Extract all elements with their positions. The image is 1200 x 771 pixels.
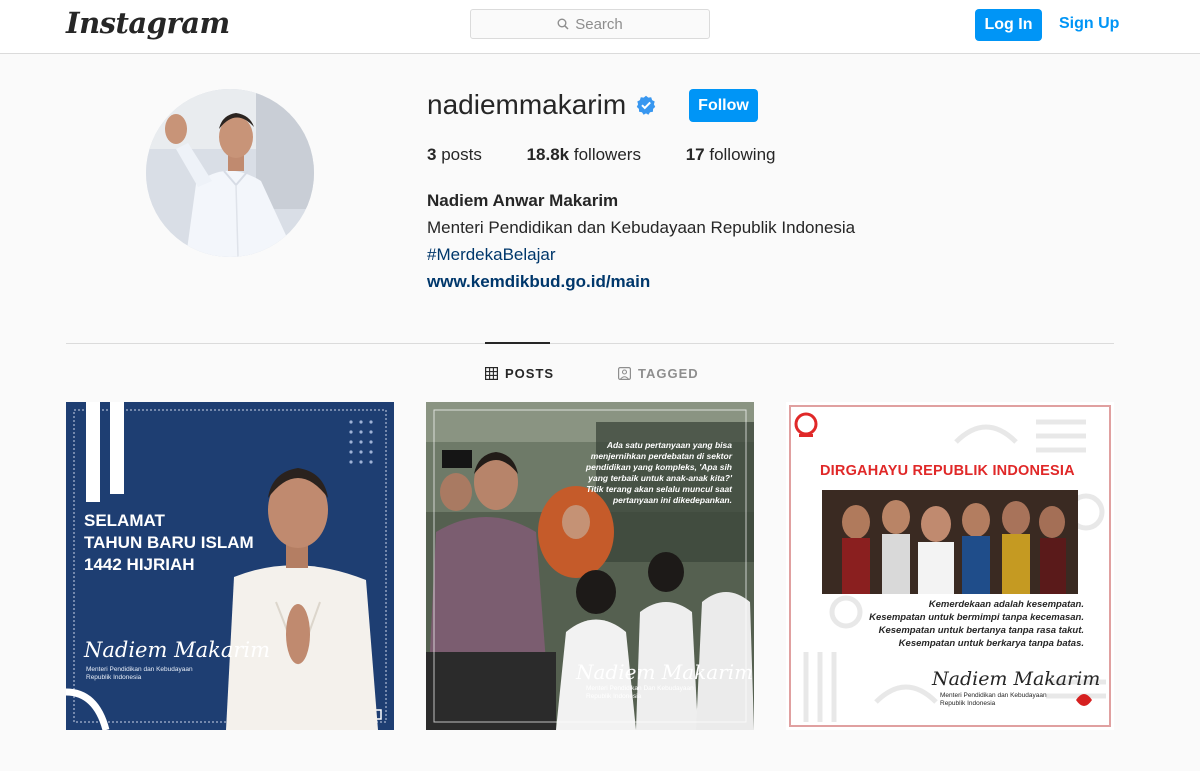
post-2-signature-sub: Menteri Pendidikan Dan Kebudayaan Republ… <box>586 685 694 700</box>
search-icon <box>557 18 569 30</box>
active-tab-indicator <box>485 342 550 344</box>
post-thumbnail-2[interactable]: Ada satu pertanyaan yang bisa menjernihk… <box>426 402 754 730</box>
posts-stat-label: posts <box>441 145 482 164</box>
post-3-quote-line-2: Kesempatan untuk bermimpi tanpa kecemasa… <box>869 612 1084 623</box>
tagged-icon <box>618 367 631 380</box>
post-3-quote-line-1: Kemerdekaan adalah kesempatan. <box>928 599 1084 610</box>
followers-stat-label: followers <box>573 145 641 164</box>
tab-posts-label: POSTS <box>505 366 555 381</box>
search-input[interactable]: Search <box>470 9 710 39</box>
top-navigation-bar: Instagram Search Log In Sign Up <box>0 0 1200 54</box>
follow-button[interactable]: Follow <box>689 89 758 122</box>
post-thumbnail-3[interactable]: DIRGAHAYU REPUBLIK INDONESIA Kemerdekaan… <box>786 402 1114 730</box>
following-stat[interactable]: 17 following <box>686 145 776 164</box>
posts-stat: 3 posts <box>427 145 487 164</box>
profile-website-link[interactable]: www.kemdikbud.go.id/main <box>427 272 650 292</box>
profile-username: nadiemmakarim <box>427 89 627 120</box>
following-count: 17 <box>685 145 705 164</box>
profile-full-name: Nadiem Anwar Makarim <box>427 191 619 210</box>
post-1-signature-sub: Menteri Pendidikan dan Kebudayaan Republ… <box>86 666 193 681</box>
tab-tagged[interactable]: TAGGED <box>618 366 699 381</box>
followers-count: 18.8k <box>526 145 570 164</box>
post-2-signature: Nadiem Makarim <box>576 660 754 684</box>
post-3-quote: Kemerdekaan adalah kesempatan. Kesempata… <box>824 598 1084 650</box>
grid-icon <box>485 367 498 380</box>
post-thumbnail-1[interactable]: SELAMAT TAHUN BARU ISLAM 1442 HIJRIAH Na… <box>66 402 394 730</box>
tabs-divider <box>66 343 1114 344</box>
login-button[interactable]: Log In <box>975 9 1042 41</box>
tab-tagged-label: TAGGED <box>638 366 699 381</box>
instagram-logo[interactable]: Instagram <box>66 6 230 40</box>
profile-avatar[interactable] <box>146 89 314 257</box>
profile-username-row: nadiemmakarim <box>427 89 656 121</box>
profile-stats: 3 posts 18.8k followers 17 following <box>427 145 816 165</box>
posts-count: 3 <box>427 145 437 164</box>
post-3-signature-sub: Menteri Pendidikan dan Kebudayaan Republ… <box>940 692 1047 707</box>
post-1-title: SELAMAT TAHUN BARU ISLAM 1442 HIJRIAH <box>84 510 254 576</box>
profile-hashtag-link[interactable]: #MerdekaBelajar <box>427 245 556 265</box>
tab-posts[interactable]: POSTS <box>485 366 554 381</box>
following-stat-label: following <box>709 145 776 164</box>
search-placeholder: Search <box>575 15 623 33</box>
signup-link[interactable]: Sign Up <box>1059 15 1119 33</box>
post-3-quote-line-3: Kesempatan untuk bertanya tanpa rasa tak… <box>878 625 1084 636</box>
post-3-quote-line-4: Kesempatan untuk berkarya tanpa batas. <box>898 638 1084 649</box>
post-1-title-line-3: 1442 HIJRIAH <box>84 555 195 574</box>
verified-badge-icon <box>636 95 656 115</box>
post-1-title-line-2: TAHUN BARU ISLAM <box>84 533 254 552</box>
post-3-signature: Nadiem Makarim <box>932 668 1101 690</box>
post-1-signature: Nadiem Makarim <box>84 638 271 662</box>
followers-stat[interactable]: 18.8k followers <box>527 145 646 164</box>
post-2-quote: Ada satu pertanyaan yang bisa menjernihk… <box>585 440 732 505</box>
profile-bio: Menteri Pendidikan dan Kebudayaan Republ… <box>427 218 856 237</box>
post-3-title: DIRGAHAYU REPUBLIK INDONESIA <box>820 463 1075 479</box>
post-1-title-line-1: SELAMAT <box>84 511 165 530</box>
